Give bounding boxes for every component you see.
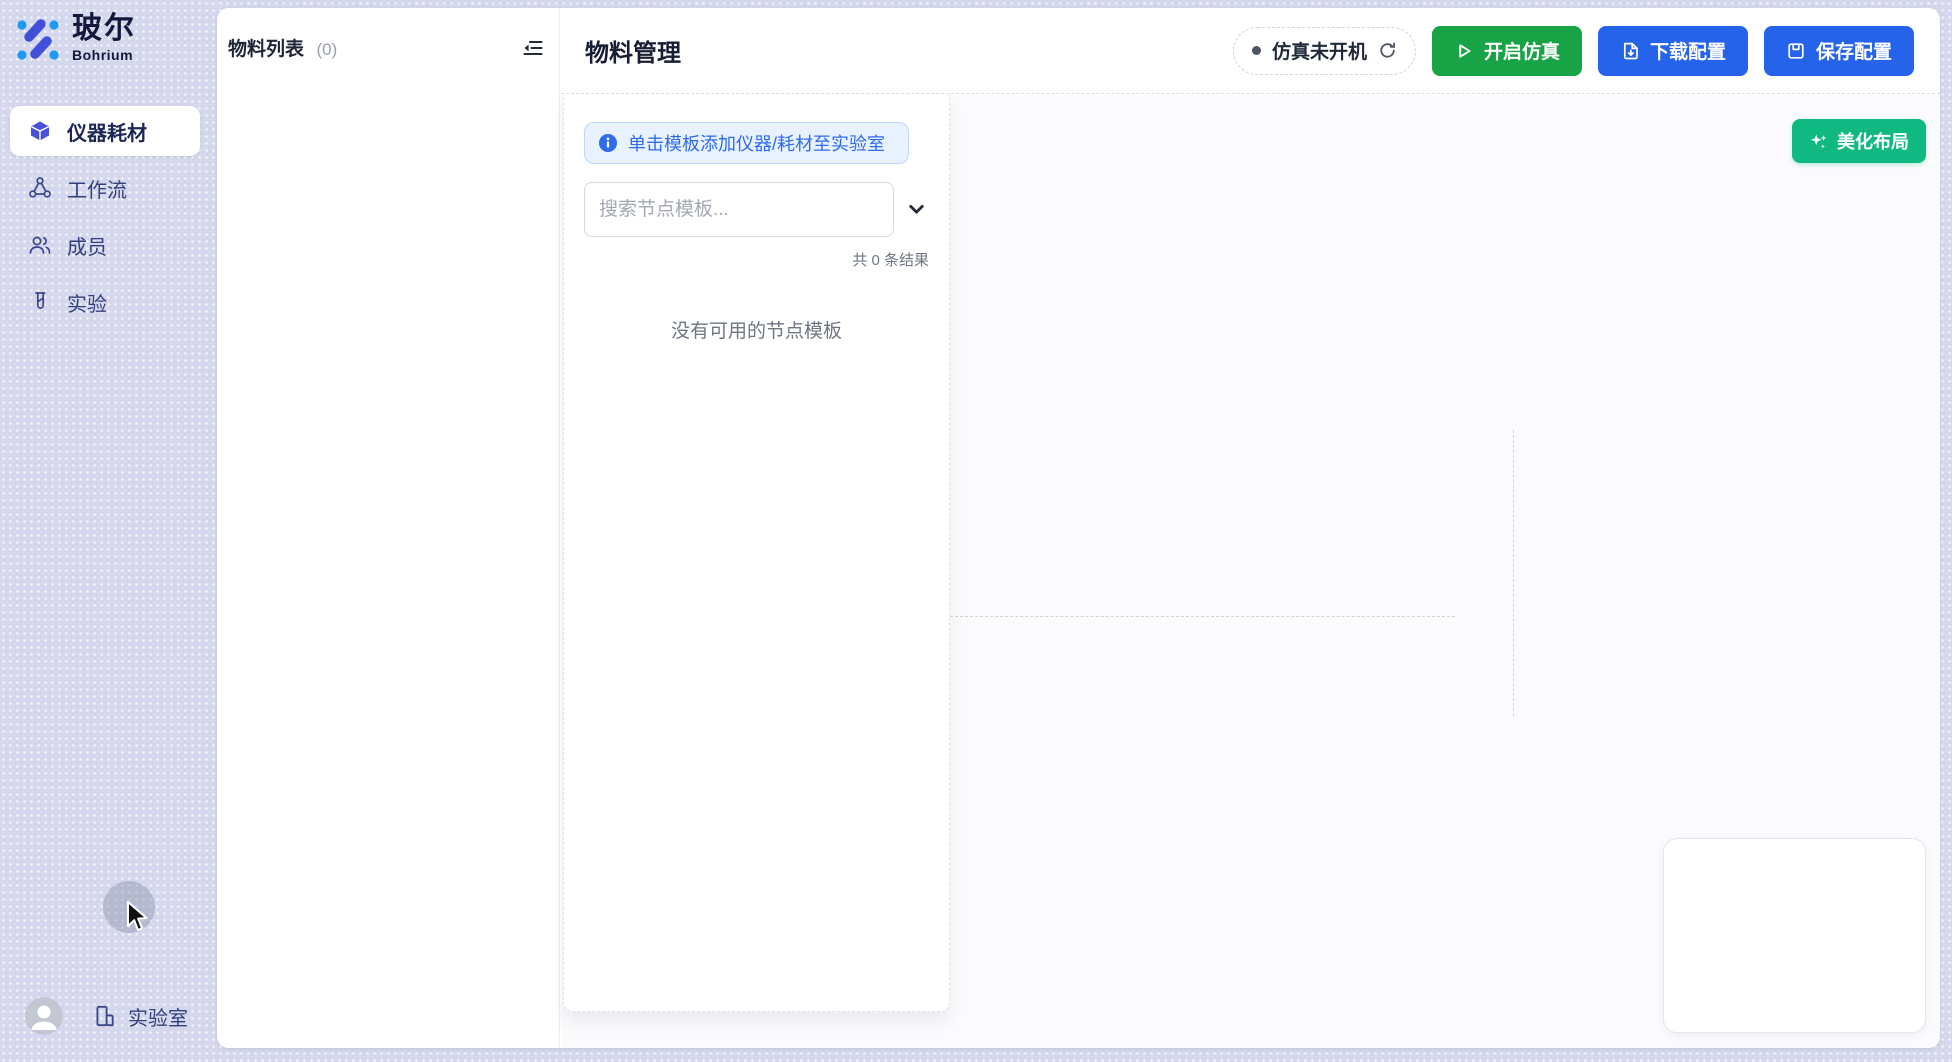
cube-icon [28, 119, 52, 143]
main-card: 物料列表 (0) 物料管理 仿真未开机 [217, 8, 1940, 1048]
start-simulation-button[interactable]: 开启仿真 [1432, 26, 1582, 76]
material-list-count: (0) [316, 40, 337, 59]
sidebar: 玻尔 Bohrium 仪器耗材 工作流 [0, 0, 217, 1062]
save-icon [1786, 41, 1806, 61]
workflow-icon [28, 176, 52, 200]
collapse-panel-button[interactable] [521, 36, 545, 60]
save-config-label: 保存配置 [1816, 37, 1892, 64]
beautify-layout-button[interactable]: 美化布局 [1792, 119, 1926, 163]
hint-banner-text: 单击模板添加仪器/耗材至实验室 [628, 130, 885, 156]
sidebar-footer: 实验室 [25, 997, 188, 1035]
node-template-panel: 单击模板添加仪器/耗材至实验室 共 0 条结果 没有可用的节点模板 [563, 95, 950, 1012]
sidebar-item-members[interactable]: 成员 [10, 220, 200, 270]
sidebar-item-experiment[interactable]: 实验 [10, 277, 200, 327]
sidebar-item-label: 成员 [67, 231, 107, 260]
page-header: 物料管理 仿真未开机 开启仿真 [561, 8, 1940, 94]
template-search-row [584, 182, 929, 237]
result-count: 共 0 条结果 [584, 249, 929, 270]
template-search-input[interactable] [584, 182, 894, 237]
brand-logo: 玻尔 Bohrium [14, 14, 136, 63]
lab-selector[interactable]: 实验室 [92, 1002, 188, 1031]
sidebar-item-label: 实验 [67, 288, 107, 317]
flow-canvas[interactable]: 单击模板添加仪器/耗材至实验室 共 0 条结果 没有可用的节点模板 [561, 95, 1940, 1048]
expand-filter-button[interactable] [905, 198, 928, 221]
file-download-icon [1620, 41, 1640, 61]
beautify-layout-label: 美化布局 [1837, 128, 1909, 154]
bohrium-app: 玻尔 Bohrium 仪器耗材 工作流 [0, 0, 1952, 1062]
material-list-panel: 物料列表 (0) [217, 8, 560, 1048]
building-icon [92, 1003, 118, 1029]
start-simulation-label: 开启仿真 [1484, 37, 1560, 64]
material-list-title-row: 物料列表 (0) [228, 34, 337, 61]
sparkles-icon [1809, 132, 1828, 151]
save-config-button[interactable]: 保存配置 [1764, 26, 1914, 76]
bohrium-logo-icon [14, 15, 62, 63]
sidebar-item-label: 仪器耗材 [67, 117, 147, 146]
sidebar-item-instruments[interactable]: 仪器耗材 [10, 106, 200, 156]
header-actions: 仿真未开机 开启仿真 [1233, 26, 1914, 76]
avatar[interactable] [25, 997, 63, 1035]
empty-templates-message: 没有可用的节点模板 [584, 316, 929, 343]
mouse-cursor [124, 901, 148, 933]
sidebar-item-label: 工作流 [67, 174, 127, 203]
simulation-status-label: 仿真未开机 [1272, 37, 1367, 64]
download-config-label: 下载配置 [1650, 37, 1726, 64]
page-title: 物料管理 [585, 33, 681, 68]
experiment-icon [28, 290, 52, 314]
material-list-header: 物料列表 (0) [217, 8, 559, 61]
hint-banner: 单击模板添加仪器/耗材至实验室 [584, 122, 909, 164]
brand-text: 玻尔 Bohrium [72, 14, 136, 63]
members-icon [28, 233, 52, 257]
user-icon [25, 997, 63, 1035]
lab-label: 实验室 [128, 1002, 188, 1031]
refresh-icon[interactable] [1378, 41, 1397, 60]
download-config-button[interactable]: 下载配置 [1598, 26, 1748, 76]
material-list-title: 物料列表 [228, 39, 304, 60]
sidebar-item-workflow[interactable]: 工作流 [10, 163, 200, 213]
menu-fold-icon [521, 36, 545, 60]
info-icon [598, 133, 618, 153]
canvas-grid-hline [950, 616, 1455, 617]
sidebar-nav: 仪器耗材 工作流 成员 [10, 106, 200, 334]
play-icon [1454, 41, 1474, 61]
brand-name-en: Bohrium [72, 47, 136, 63]
simulation-status-pill[interactable]: 仿真未开机 [1233, 27, 1416, 75]
chevron-down-icon [905, 198, 928, 221]
canvas-minimap[interactable] [1663, 838, 1926, 1033]
status-dot [1252, 46, 1261, 55]
canvas-grid-vline [1513, 430, 1514, 716]
brand-name-zh: 玻尔 [72, 14, 136, 44]
